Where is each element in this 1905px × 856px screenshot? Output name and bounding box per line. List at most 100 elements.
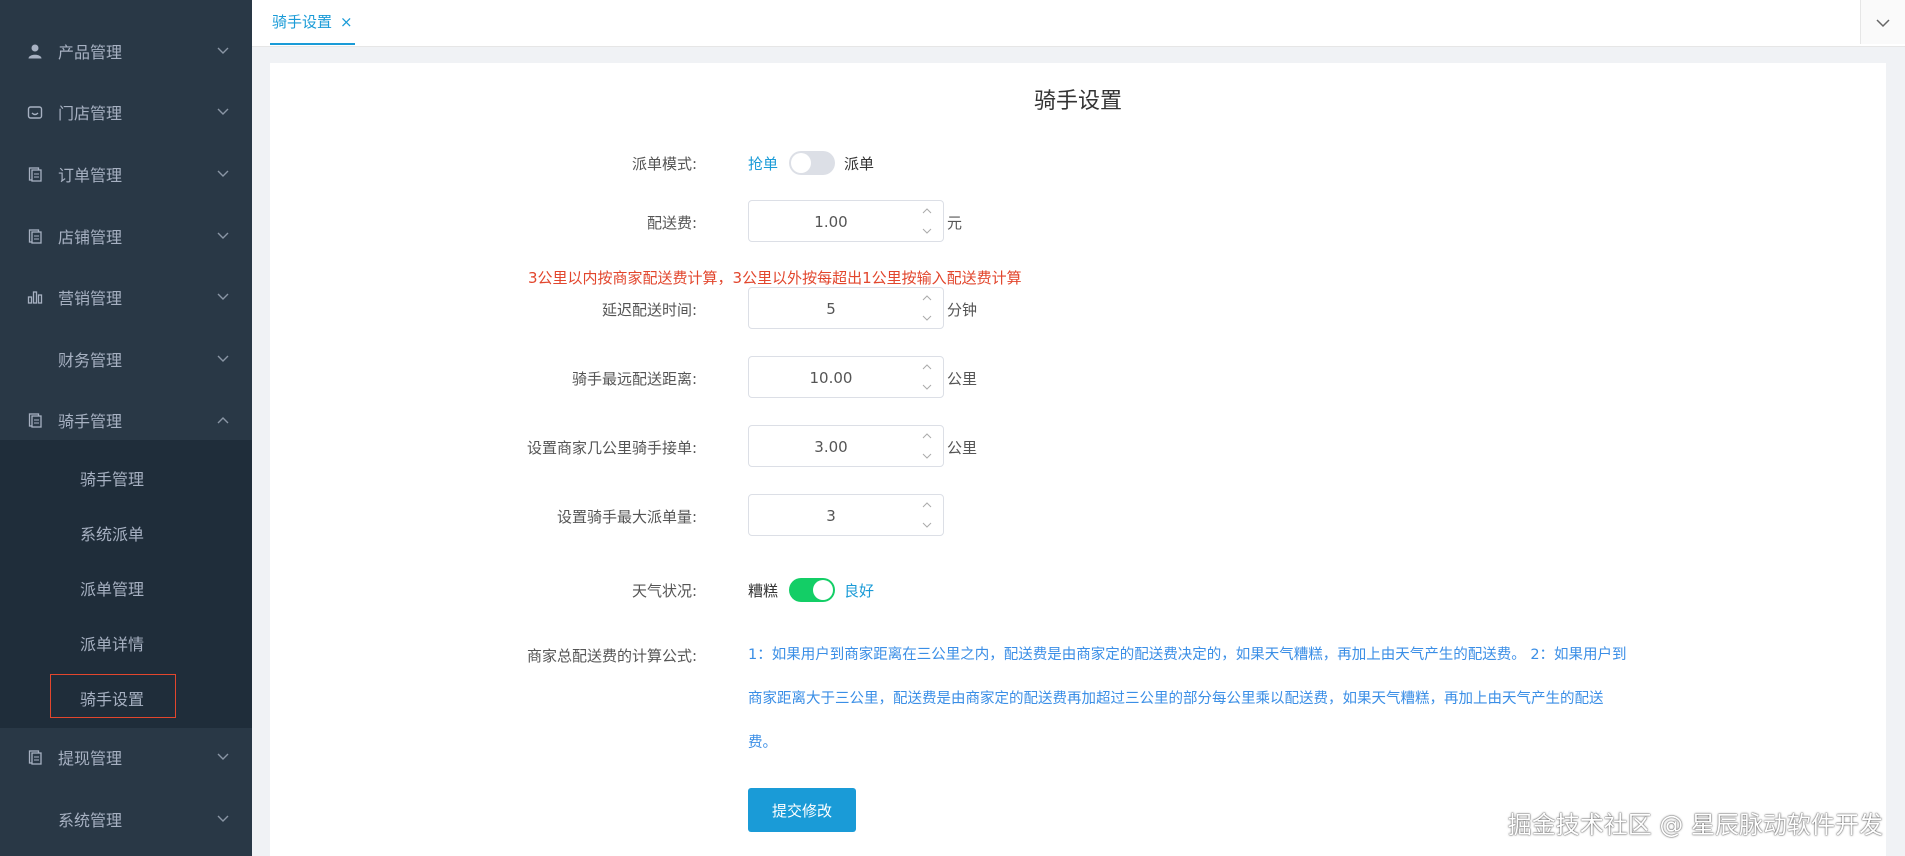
option-bad-weather: 糟糕	[748, 582, 779, 600]
submit-button[interactable]: 提交修改	[748, 788, 856, 832]
submenu-item-system-dispatch[interactable]: 系统派单	[0, 505, 252, 560]
max-orders-input[interactable]	[748, 494, 944, 537]
menu-label: 系统管理	[58, 811, 123, 830]
menu-label: 店铺管理	[58, 228, 123, 247]
watermark: 掘金技术社区 @ 星辰脉动软件开发	[1507, 811, 1883, 839]
weather-switch[interactable]	[789, 578, 835, 602]
delay-time-input[interactable]	[748, 287, 944, 330]
chevron-down-icon	[216, 167, 230, 181]
max-distance-row: 骑手最远配送距离: 公里	[270, 356, 1886, 400]
menu-shop[interactable]: 店铺管理	[0, 205, 252, 267]
submenu-item-dispatch-manage[interactable]: 派单管理	[0, 560, 252, 615]
chevron-down-icon[interactable]	[919, 517, 935, 533]
menu-label: 门店管理	[58, 104, 123, 123]
page-title: 骑手设置	[1033, 89, 1122, 114]
close-icon[interactable]: ×	[340, 13, 353, 31]
max-orders-field[interactable]	[749, 495, 913, 537]
document-icon	[26, 411, 44, 429]
merchant-km-row: 设置商家几公里骑手接单: 公里	[270, 425, 1886, 469]
delivery-fee-field[interactable]	[749, 201, 913, 243]
field-label: 设置商家几公里骑手接单:	[526, 439, 697, 457]
menu-product[interactable]: 产品管理	[0, 20, 252, 82]
menu-label: 骑手管理	[58, 412, 123, 431]
menu-system[interactable]: 系统管理	[0, 788, 252, 850]
chevron-down-icon[interactable]	[919, 223, 935, 239]
unit-label: 元	[947, 214, 963, 232]
document-icon	[26, 748, 44, 766]
settings-panel: 骑手设置 派单模式: 抢单 派单 配送费: 元 3公里以内按商家配送费计算，3公…	[270, 63, 1886, 856]
field-label: 设置骑手最大派单量:	[556, 508, 697, 526]
unit-label: 公里	[947, 439, 978, 457]
tab-bar: 骑手设置 ×	[252, 0, 1905, 47]
chevron-up-icon	[216, 413, 230, 427]
merchant-km-field[interactable]	[749, 426, 913, 468]
dispatch-mode-switch[interactable]	[789, 151, 835, 175]
menu-label: 财务管理	[58, 351, 123, 370]
menu-order[interactable]: 订单管理	[0, 143, 252, 205]
submenu-label: 系统派单	[80, 524, 145, 544]
chevron-down-icon[interactable]	[919, 379, 935, 395]
field-label: 配送费:	[646, 214, 697, 232]
max-distance-field[interactable]	[749, 357, 913, 399]
chevron-down-icon	[1876, 13, 1890, 32]
chevron-down-icon	[216, 290, 230, 304]
document-icon	[26, 165, 44, 183]
chevron-down-icon	[216, 44, 230, 58]
bar-chart-icon	[26, 288, 44, 306]
field-label: 骑手最远配送距离:	[571, 370, 697, 388]
menu-marketing[interactable]: 营销管理	[0, 266, 252, 328]
switch-knob	[813, 580, 833, 600]
active-item-highlight	[50, 674, 176, 718]
chevron-down-icon	[216, 812, 230, 826]
menu-finance[interactable]: 财务管理	[0, 328, 252, 390]
delivery-fee-input[interactable]	[748, 200, 944, 243]
dispatch-mode-row: 派单模式: 抢单 派单	[270, 141, 1886, 185]
submenu-label: 派单管理	[80, 579, 145, 599]
unit-label: 分钟	[947, 301, 978, 319]
submenu-label: 派单详情	[80, 634, 145, 654]
formula-text: 1：如果用户到商家距离在三公里之内，配送费是由商家定的配送费决定的，如果天气糟糕…	[748, 647, 1627, 751]
tab-label: 骑手设置	[272, 13, 333, 31]
chevron-down-icon[interactable]	[919, 448, 935, 464]
fee-hint: 3公里以内按商家配送费计算，3公里以外按每超出1公里按输入配送费计算	[528, 269, 1022, 287]
chevron-up-icon[interactable]	[919, 290, 935, 306]
chevron-down-icon	[216, 105, 230, 119]
chevron-down-icon[interactable]	[919, 310, 935, 326]
tab-dropdown-button[interactable]	[1860, 0, 1905, 44]
submenu-item-rider-manage[interactable]: 骑手管理	[0, 450, 252, 505]
submenu-label: 骑手管理	[80, 469, 145, 489]
switch-knob	[791, 153, 811, 173]
formula-label: 商家总配送费的计算公式:	[526, 647, 697, 665]
menu-label: 提现管理	[58, 749, 123, 768]
tab-rider-settings[interactable]: 骑手设置 ×	[270, 0, 355, 45]
chevron-down-icon	[216, 352, 230, 366]
merchant-km-input[interactable]	[748, 425, 944, 468]
weather-row: 天气状况: 糟糕 良好	[270, 568, 1886, 612]
document-icon	[26, 227, 44, 245]
store-icon	[26, 103, 44, 121]
max-distance-input[interactable]	[748, 356, 944, 399]
unit-label: 公里	[947, 370, 978, 388]
option-dispatch-order: 派单	[844, 155, 875, 173]
menu-label: 营销管理	[58, 289, 123, 308]
field-label: 延迟配送时间:	[601, 301, 697, 319]
chevron-up-icon[interactable]	[919, 497, 935, 513]
delay-time-field[interactable]	[749, 288, 913, 330]
submenu-item-dispatch-detail[interactable]: 派单详情	[0, 615, 252, 670]
chevron-up-icon[interactable]	[919, 428, 935, 444]
sidebar: 产品管理 门店管理 订单管理 店铺管理 营销管理 财务管理 骑手管理 骑手管理 …	[0, 0, 252, 856]
menu-withdraw[interactable]: 提现管理	[0, 726, 252, 788]
chevron-down-icon	[216, 750, 230, 764]
delivery-fee-row: 配送费: 元	[270, 200, 1886, 244]
chevron-up-icon[interactable]	[919, 359, 935, 375]
menu-label: 产品管理	[58, 43, 123, 62]
menu-store[interactable]: 门店管理	[0, 81, 252, 143]
option-good-weather: 良好	[844, 582, 875, 600]
field-label: 天气状况:	[631, 582, 697, 600]
chevron-up-icon[interactable]	[919, 203, 935, 219]
user-icon	[26, 42, 44, 60]
chevron-down-icon	[216, 229, 230, 243]
field-label: 派单模式:	[631, 155, 697, 173]
option-grab-order: 抢单	[748, 155, 779, 173]
delay-time-row: 延迟配送时间: 分钟	[270, 287, 1886, 331]
